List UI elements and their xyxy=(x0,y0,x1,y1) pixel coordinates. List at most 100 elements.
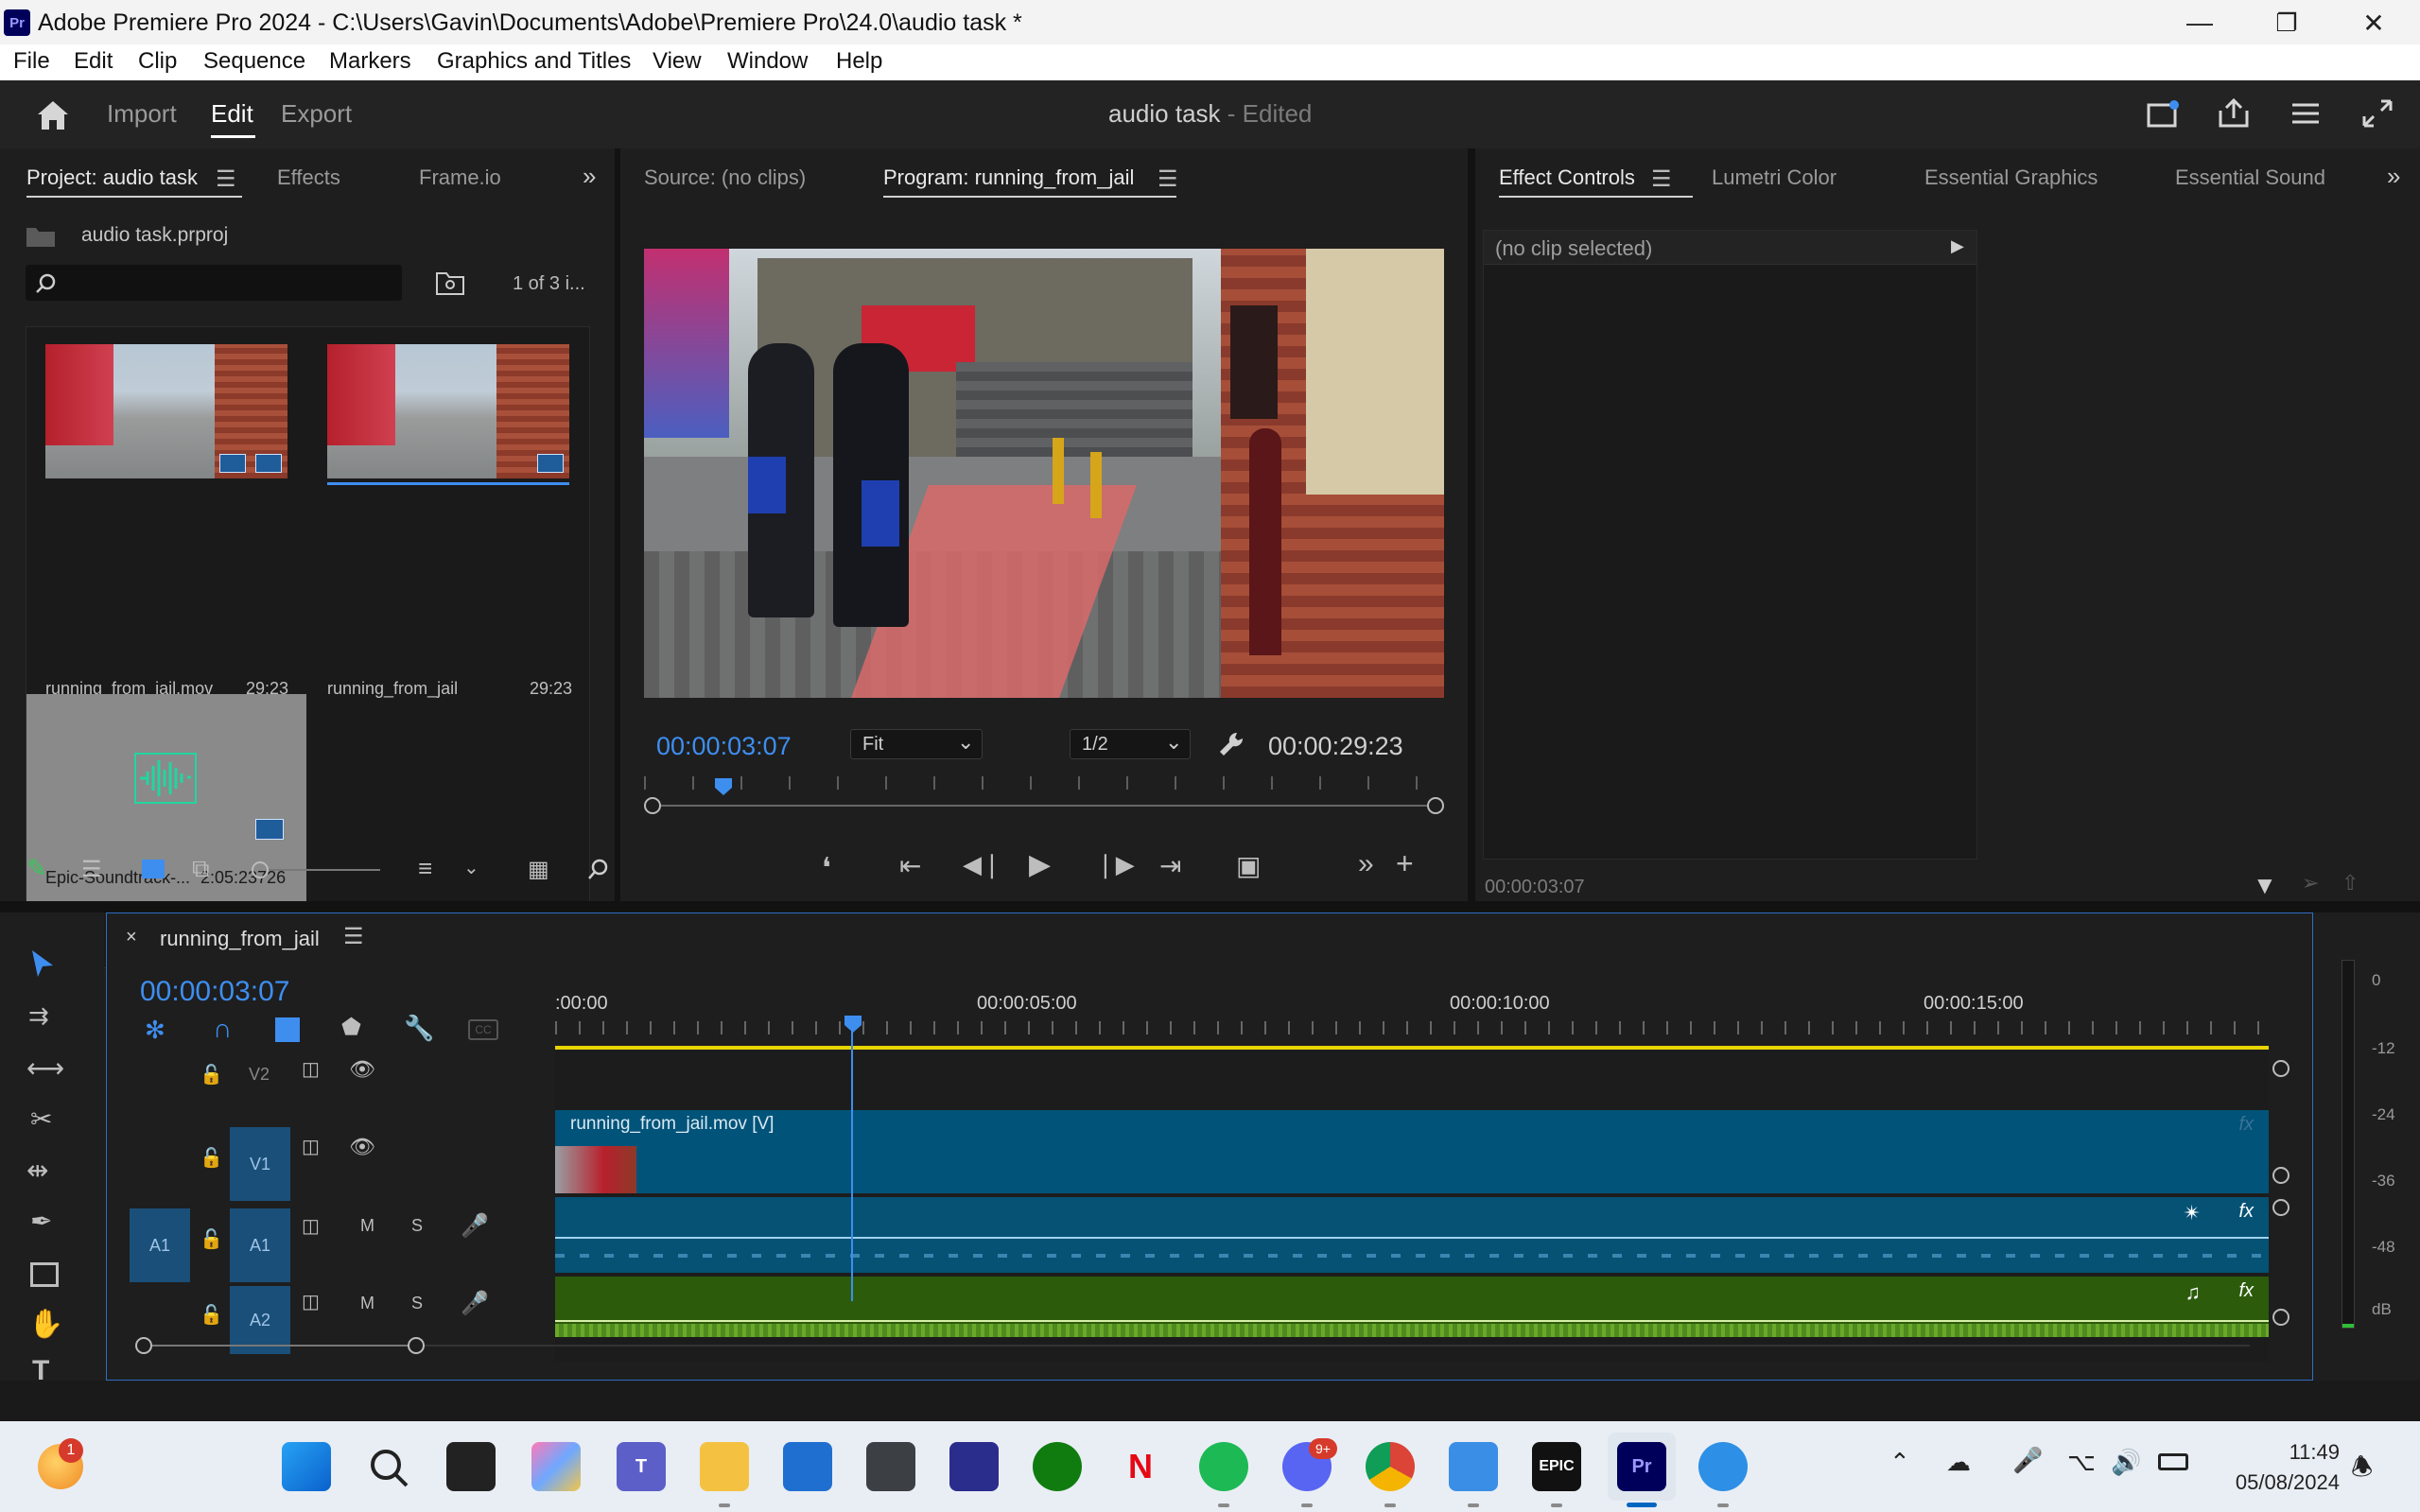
teams-icon[interactable]: T xyxy=(617,1442,666,1491)
timeline-settings-wrench-icon[interactable]: 🔧 xyxy=(404,1014,434,1043)
mute-button[interactable]: M xyxy=(360,1294,374,1313)
tab-project[interactable]: Project: audio task xyxy=(26,165,198,190)
filter-icon[interactable]: ▼ xyxy=(2253,871,2277,900)
clock-date[interactable]: 05/08/2024 xyxy=(2217,1470,2340,1495)
timeline-horizontal-track[interactable] xyxy=(425,1345,2250,1347)
search-input[interactable] xyxy=(26,265,402,301)
eye-icon[interactable]: 👁 xyxy=(349,1135,375,1159)
automate-to-sequence-icon[interactable]: ▦ xyxy=(528,856,549,883)
speedtest-icon[interactable] xyxy=(1698,1442,1748,1491)
sort-icon[interactable]: ≡ xyxy=(418,854,432,883)
clip-thumbnail-mov[interactable] xyxy=(45,344,287,478)
close-button[interactable]: ✕ xyxy=(2345,6,2402,40)
button-editor-plus-icon[interactable]: + xyxy=(1396,846,1414,881)
selection-tool-icon[interactable] xyxy=(28,948,57,979)
fit-dropdown[interactable]: Fit ⌄ xyxy=(850,729,983,759)
mathway-icon[interactable] xyxy=(949,1442,999,1491)
nest-icon[interactable]: ✻ xyxy=(145,1016,165,1045)
wifi-icon[interactable]: ⌥ xyxy=(2067,1448,2096,1477)
timeline-playhead-marker[interactable] xyxy=(843,1014,863,1034)
clock-time[interactable]: 11:49 xyxy=(2279,1440,2340,1465)
track-select-tool-icon[interactable]: ⇉ xyxy=(28,1001,49,1031)
tab-export[interactable]: Export xyxy=(281,99,352,129)
close-sequence-icon[interactable]: × xyxy=(126,927,137,948)
tab-essential-sound[interactable]: Essential Sound xyxy=(2175,165,2325,190)
microphone-icon[interactable]: 🎤 xyxy=(2012,1446,2043,1475)
audio-clip-a1[interactable]: ✴ fx xyxy=(555,1197,2269,1273)
chrome-icon[interactable] xyxy=(1366,1442,1415,1491)
menu-graphics-and-titles[interactable]: Graphics and Titles xyxy=(437,48,631,75)
timeline-zoom-start-handle[interactable] xyxy=(135,1337,152,1354)
step-forward-icon[interactable]: ❘▶ xyxy=(1095,850,1135,879)
workspaces-menu-icon[interactable] xyxy=(2289,99,2323,128)
zoom-start-handle[interactable] xyxy=(644,797,661,814)
track-target-a1[interactable]: A1 xyxy=(230,1208,290,1282)
monitor-time-ruler[interactable] xyxy=(644,773,1444,814)
audio-effect-sparkle-icon[interactable]: ✴ xyxy=(2184,1201,2201,1225)
music-note-icon[interactable]: ♫ xyxy=(2185,1280,2202,1305)
more-tabs-icon[interactable]: » xyxy=(2387,162,2400,191)
fx-badge[interactable]: fx xyxy=(2238,1114,2254,1136)
rectangle-tool-icon[interactable] xyxy=(30,1262,59,1287)
timeline-zoom-end-handle[interactable] xyxy=(408,1337,425,1354)
fx-badge[interactable]: fx xyxy=(2238,1201,2254,1223)
tab-effect-controls[interactable]: Effect Controls xyxy=(1499,165,1635,190)
pencil-icon[interactable]: ✎ xyxy=(26,854,47,883)
panel-gutter-horizontal[interactable] xyxy=(0,901,2420,912)
volume-icon[interactable]: 🔊 xyxy=(2111,1448,2141,1477)
tab-frameio[interactable]: Frame.io xyxy=(419,165,501,190)
playhead-timecode[interactable]: 00:00:03:07 xyxy=(656,732,792,761)
tab-effects[interactable]: Effects xyxy=(277,165,340,190)
find-icon[interactable] xyxy=(586,858,611,882)
start-icon[interactable] xyxy=(282,1442,331,1491)
tab-import[interactable]: Import xyxy=(107,99,177,129)
share-icon[interactable] xyxy=(2217,97,2251,130)
chevron-up-icon[interactable]: ⌃ xyxy=(1889,1448,1910,1477)
go-to-in-icon[interactable]: ⇤ xyxy=(899,850,921,881)
microphone-icon[interactable]: 🎤 xyxy=(461,1212,489,1240)
work-area-bar[interactable] xyxy=(555,1046,2269,1050)
pen-tool-icon[interactable]: ✒ xyxy=(30,1206,52,1237)
menu-help[interactable]: Help xyxy=(836,48,882,75)
spotify-icon[interactable] xyxy=(1199,1442,1248,1491)
notification-bell-icon[interactable]: 🕭 xyxy=(2351,1450,2373,1491)
xbox-icon[interactable] xyxy=(1033,1442,1082,1491)
export-icon[interactable]: ⇧ xyxy=(2342,871,2359,895)
track-target-v1[interactable]: V1 xyxy=(230,1127,290,1201)
add-marker-icon[interactable]: ❛ xyxy=(822,852,831,885)
zoom-scrollbar[interactable] xyxy=(661,805,1427,807)
solo-button[interactable]: S xyxy=(411,1216,423,1236)
sequence-tab-name[interactable]: running_from_jail xyxy=(160,927,320,951)
tab-lumetri-color[interactable]: Lumetri Color xyxy=(1712,165,1837,190)
find-bin-icon[interactable] xyxy=(435,269,465,296)
microphone-icon[interactable]: 🎤 xyxy=(461,1290,489,1317)
lock-icon[interactable]: 🔓 xyxy=(200,1227,223,1251)
menu-window[interactable]: Window xyxy=(727,48,808,75)
lock-icon[interactable]: 🔓 xyxy=(200,1303,223,1327)
sync-lock-icon[interactable]: ◫ xyxy=(302,1290,320,1313)
copilot-icon[interactable] xyxy=(531,1442,581,1491)
zoom-slider-handle[interactable] xyxy=(252,861,269,878)
panel-menu-icon[interactable]: ☰ xyxy=(343,923,364,950)
add-marker-icon[interactable]: ⬟ xyxy=(341,1014,361,1041)
battery-icon[interactable] xyxy=(2158,1453,2188,1470)
timeline-timecode[interactable]: 00:00:03:07 xyxy=(140,976,289,1008)
panel-menu-icon[interactable]: ☰ xyxy=(1158,165,1178,193)
wrench-settings-icon[interactable] xyxy=(1216,729,1246,759)
ripple-edit-tool-icon[interactable]: ⟷ xyxy=(26,1052,64,1084)
sync-lock-icon[interactable]: ◫ xyxy=(302,1057,320,1081)
solo-button[interactable]: S xyxy=(411,1294,423,1313)
more-tabs-icon[interactable]: » xyxy=(583,162,596,191)
go-to-out-icon[interactable]: ⇥ xyxy=(1159,850,1181,881)
captions-icon[interactable]: CC xyxy=(468,1019,498,1040)
epic-games-icon[interactable]: EPIC xyxy=(1532,1442,1581,1491)
step-back-icon[interactable]: ◀❘ xyxy=(963,850,1002,879)
slip-tool-icon[interactable]: ⇹ xyxy=(26,1155,48,1186)
snap-magnet-icon[interactable]: ∩ xyxy=(213,1014,232,1044)
eye-icon[interactable]: 👁 xyxy=(349,1057,375,1082)
quick-export-monitor-icon[interactable] xyxy=(2147,99,2181,130)
search-icon[interactable] xyxy=(367,1446,410,1489)
premiere-taskbar-icon[interactable]: Pr xyxy=(1617,1442,1666,1491)
onedrive-offline-icon[interactable]: ☁ xyxy=(1946,1448,1971,1477)
razor-tool-icon[interactable]: ✂ xyxy=(30,1104,52,1135)
